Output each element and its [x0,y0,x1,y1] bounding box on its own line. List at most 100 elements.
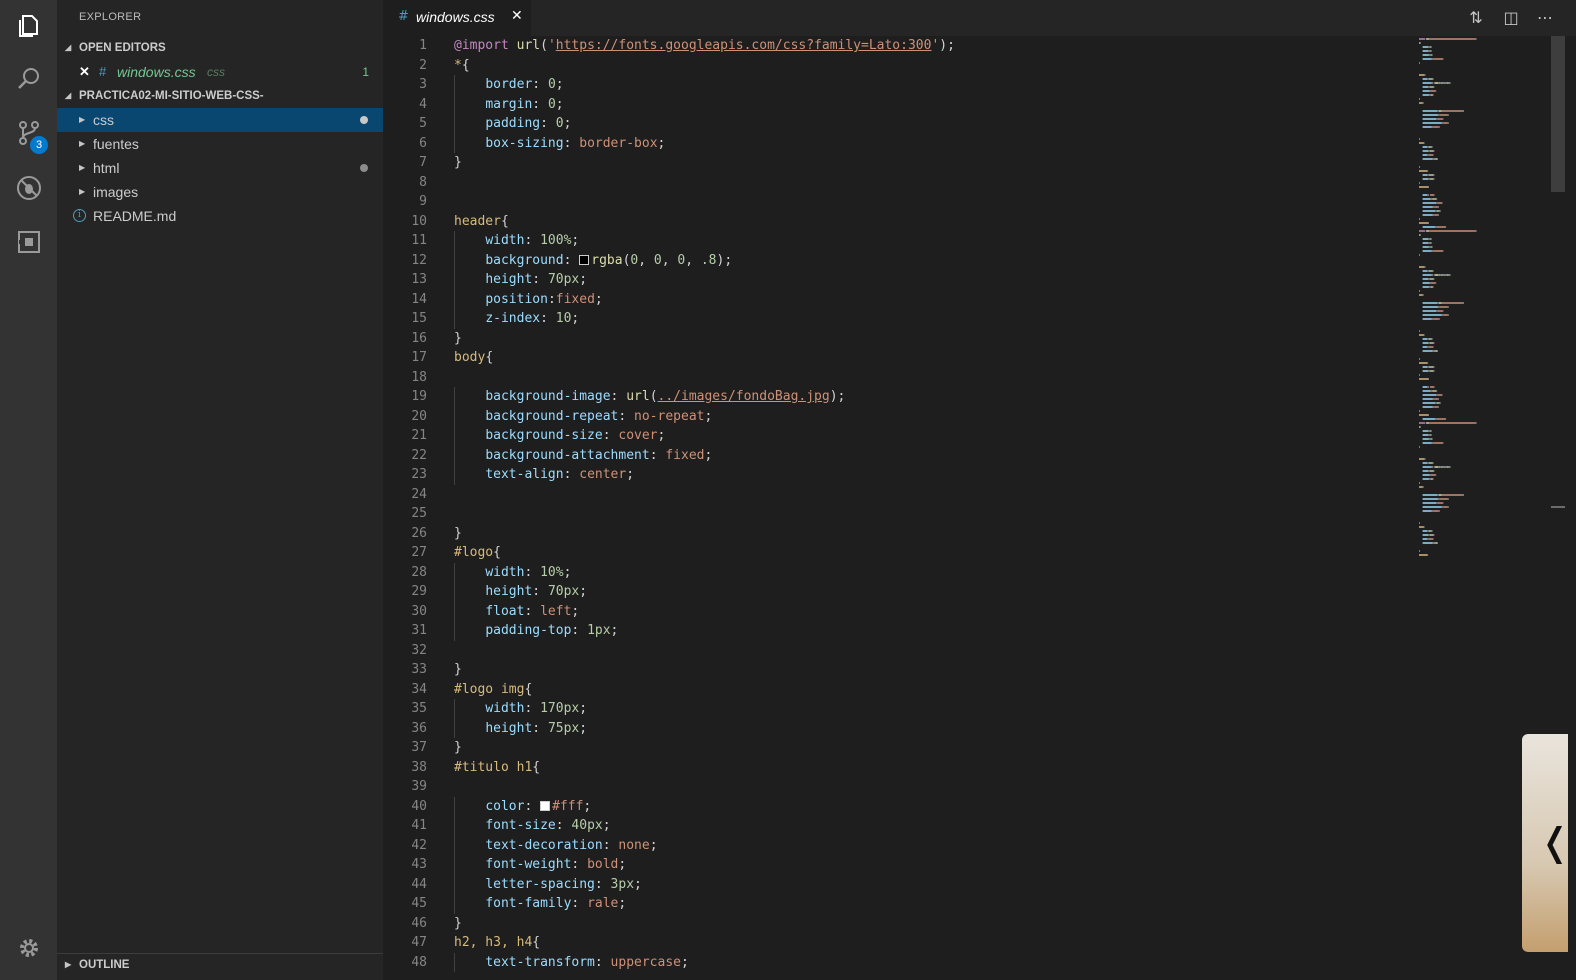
minimap-token [1431,338,1433,340]
close-icon[interactable]: ✕ [79,60,90,84]
code-line[interactable]: 34 #logo img{ [383,680,1413,700]
split-editor-icon[interactable]: ◫ [1501,8,1521,28]
code-line[interactable]: 47 h2, h3, h4{ [383,933,1413,953]
more-actions-icon[interactable]: ⋯ [1535,8,1555,28]
tree-folder-css[interactable]: ▶ css [57,108,383,132]
code-line[interactable]: 32 [383,641,1413,661]
code-line[interactable]: 29 height: 70px; [383,582,1413,602]
minimap-token [1432,158,1435,160]
code-line[interactable]: 16} [383,329,1413,349]
code-line[interactable]: 48 text-transform: uppercase; [383,952,1413,972]
minimap-token [1441,302,1443,304]
code-line[interactable]: 39 [383,777,1413,797]
code-line[interactable]: 2 *{ [383,56,1413,76]
tab-windows-css[interactable]: # windows.css ✕ [383,0,531,36]
minimap-token [1419,218,1420,220]
code-line[interactable]: 37} [383,738,1413,758]
minimap-token [1436,198,1438,200]
extensions-icon[interactable] [13,226,45,258]
code-line[interactable]: 20 background-repeat: no-repeat; [383,406,1413,426]
tree-folder-images[interactable]: ▶ images [57,180,383,204]
code-line[interactable]: 9 [383,192,1413,212]
minimap[interactable] [1417,36,1517,556]
minimap-token [1442,110,1463,112]
search-icon[interactable] [13,63,45,95]
project-header[interactable]: ◢ PRACTICA02-MI-SITIO-WEB-CSS- [57,85,383,107]
code-line[interactable]: 15 z-index: 10; [383,309,1413,329]
code-line[interactable]: 19 background-image: url(../images/fondo… [383,387,1413,407]
code-line[interactable]: 36 height: 75px; [383,718,1413,738]
code-line[interactable]: 24 [383,485,1413,505]
code-line[interactable]: 40 color: #fff; [383,796,1413,816]
code-line[interactable]: 43 font-weight: bold; [383,855,1413,875]
code-line[interactable]: 11 width: 100%; [383,231,1413,251]
code-line[interactable]: 23 text-align: center; [383,465,1413,485]
minimap-token [1436,202,1438,204]
minimap-token [1437,398,1439,400]
code-line[interactable]: 27 #logo{ [383,543,1413,563]
code-line[interactable]: 30 float: left; [383,601,1413,621]
minimap-token [1444,82,1446,84]
code-line[interactable]: 28 width: 10%; [383,562,1413,582]
gear-icon[interactable] [13,932,45,964]
code-line[interactable]: 10 header{ [383,212,1413,232]
code-line[interactable]: 41 font-size: 40px; [383,816,1413,836]
color-swatch-icon[interactable] [579,254,590,265]
code-line[interactable]: 17 body{ [383,348,1413,368]
code-line[interactable]: 6 box-sizing: border-box; [383,133,1413,153]
code-line[interactable]: 35 width: 170px; [383,699,1413,719]
code-line[interactable]: 7} [383,153,1413,173]
minimap-token [1431,274,1434,276]
minimap-token [1430,434,1432,436]
code-line[interactable]: 42 text-decoration: none; [383,835,1413,855]
code-line[interactable]: 21 background-size: cover; [383,426,1413,446]
floating-side-handle[interactable]: ❬ [1522,734,1571,952]
code-line[interactable]: 3 border: 0; [383,75,1413,95]
code-line[interactable]: 14 position:fixed; [383,289,1413,309]
code-line[interactable]: 22 background-attachment: fixed; [383,445,1413,465]
code-line[interactable]: 26} [383,524,1413,544]
minimap-token [1430,474,1436,476]
tree-folder-html[interactable]: ▶ html [57,156,383,180]
minimap-token [1430,390,1433,392]
compare-changes-icon[interactable]: ⇅ [1466,8,1486,28]
scrollbar-thumb[interactable] [1551,36,1565,192]
tree-item-label: html [93,160,120,176]
tree-item-label: fuentes [93,136,139,152]
tree-file-readme[interactable]: i README.md [57,204,383,228]
minimap-token [1436,310,1438,312]
close-icon[interactable]: ✕ [511,8,523,24]
code-line[interactable]: 44 letter-spacing: 3px; [383,874,1413,894]
code-line[interactable]: 46} [383,914,1413,934]
files-icon[interactable] [13,10,45,42]
minimap-token [1428,530,1432,532]
code-line[interactable]: 8 [383,173,1413,193]
minimap-token [1439,402,1441,404]
minimap-token [1428,438,1431,440]
code-line[interactable]: 4 margin: 0; [383,94,1413,114]
code-line[interactable]: 33} [383,660,1413,680]
code-line[interactable]: 38 #titulo h1{ [383,758,1413,778]
code-line[interactable]: 12 background: rgba(0, 0, 0, .8); [383,250,1413,270]
code-line[interactable]: 18 [383,368,1413,388]
open-editors-header[interactable]: ◢ OPEN EDITORS [57,37,383,59]
code-line[interactable]: 13 height: 70px; [383,270,1413,290]
line-number: 17 [411,350,427,365]
code-line[interactable]: 25 [383,504,1413,524]
outline-header[interactable]: ▶ OUTLINE [57,953,383,975]
code-line[interactable]: 5 padding: 0; [383,114,1413,134]
code-line[interactable]: 45 font-family: rale; [383,894,1413,914]
minimap-token [1427,338,1429,340]
line-number: 38 [411,759,427,775]
minimap-token [1429,282,1431,284]
code-editor[interactable]: 1 @import url('https://fonts.googleapis.c… [383,36,1551,980]
color-swatch-icon[interactable] [540,800,551,811]
tab-title: windows.css [416,9,495,25]
open-editor-item[interactable]: ✕ # windows.css css 1 [57,60,383,84]
debug-icon[interactable] [13,172,45,204]
code-line[interactable]: 1 @import url('https://fonts.googleapis.c… [383,36,1413,56]
tree-folder-fuentes[interactable]: ▶ fuentes [57,132,383,156]
code-line[interactable]: 31 padding-top: 1px; [383,621,1413,641]
minimap-token [1422,274,1432,276]
code-text: h2, h3, h4{ [454,935,541,950]
